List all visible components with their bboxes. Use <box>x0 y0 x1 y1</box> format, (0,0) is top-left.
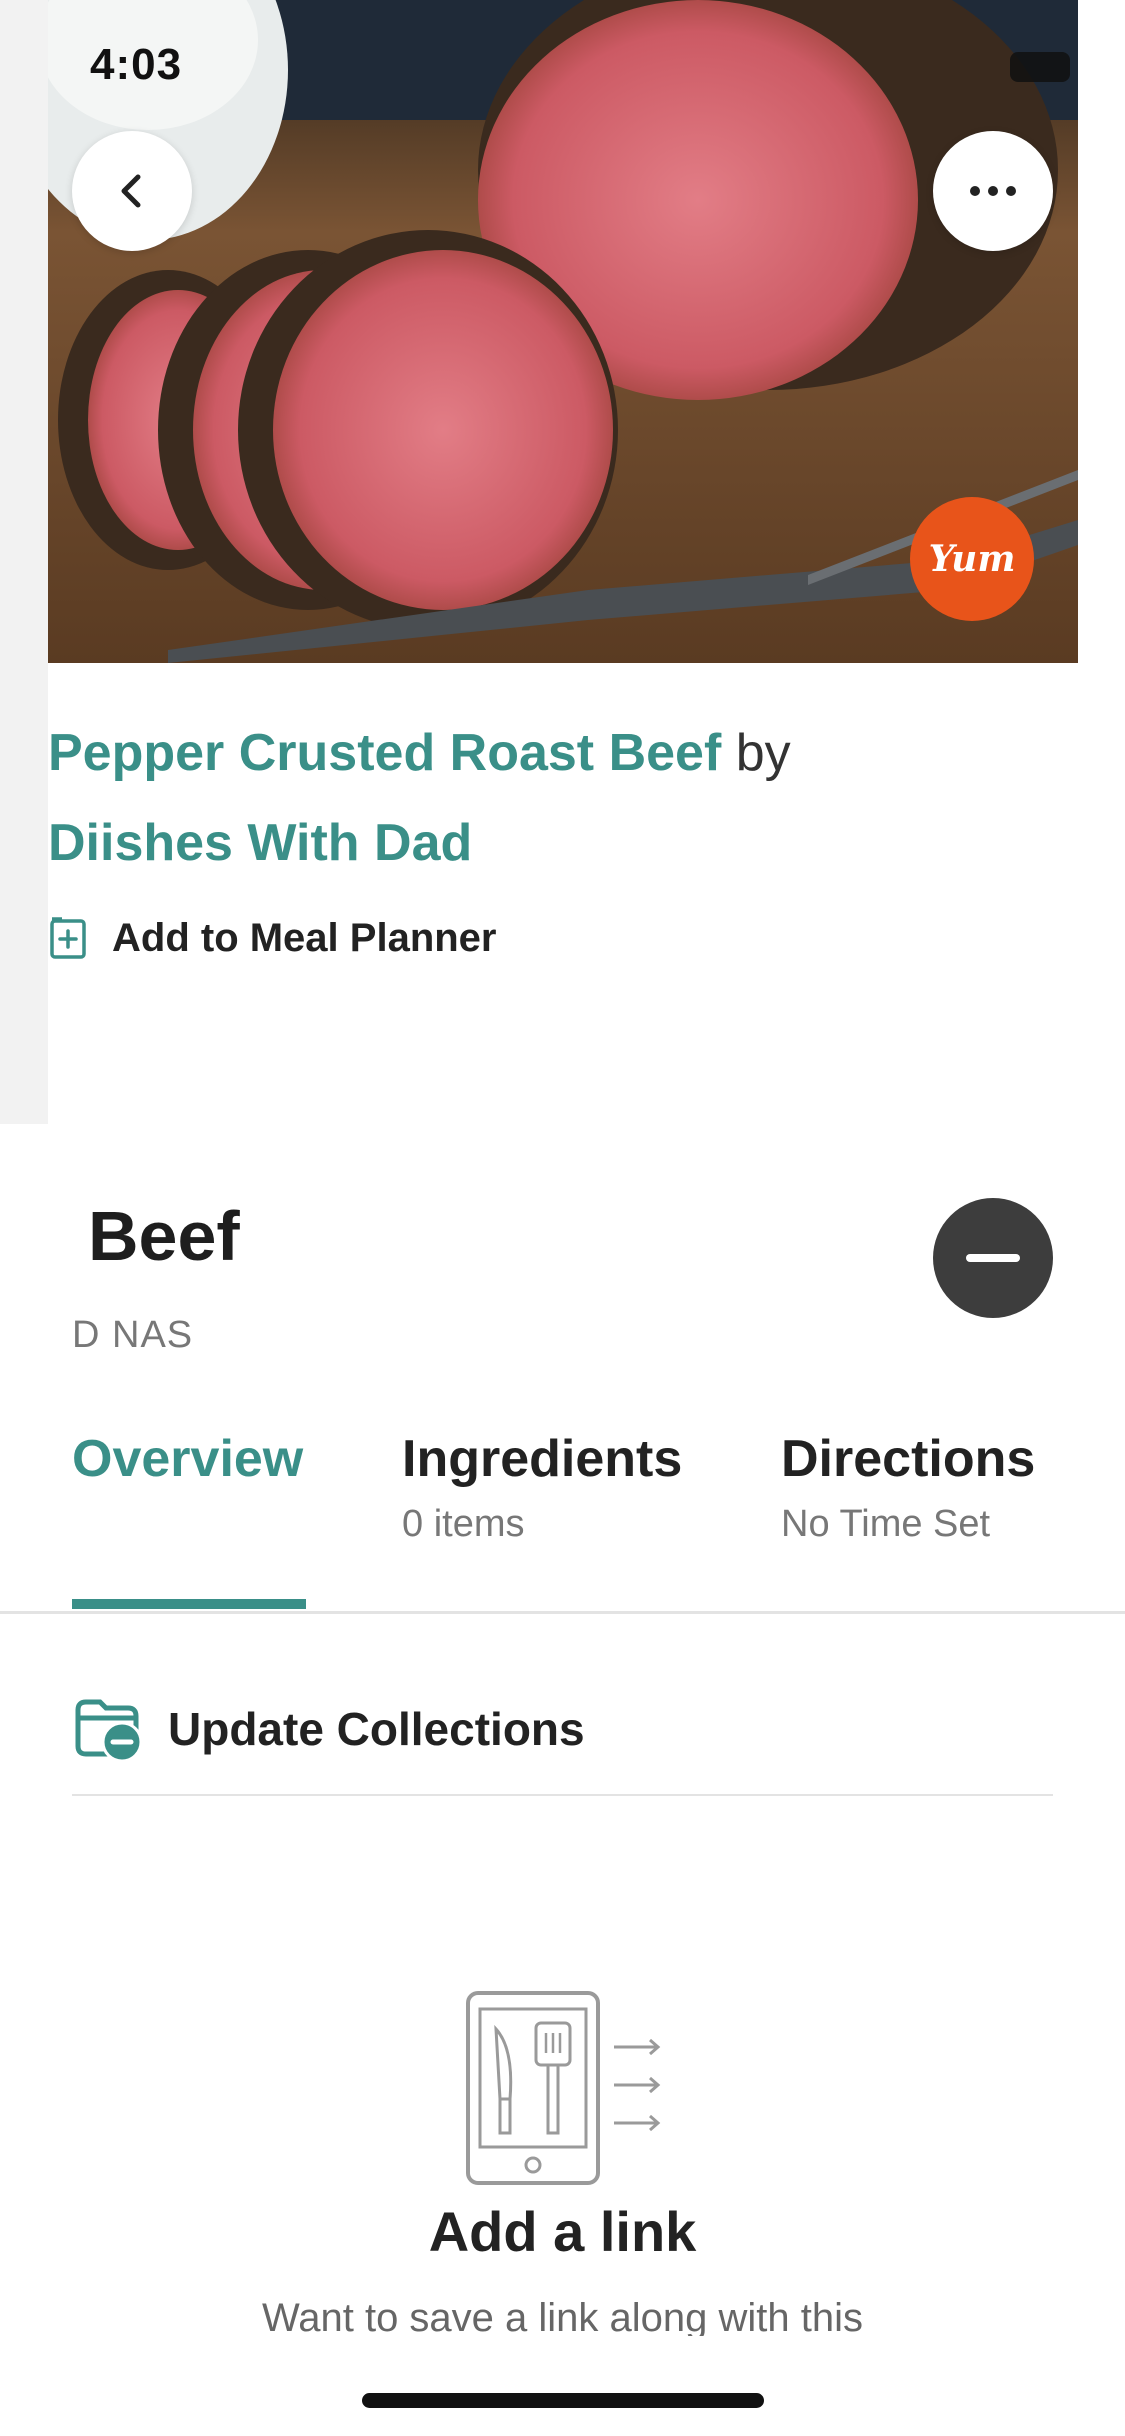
update-collections-button[interactable]: Update Collections <box>72 1664 1053 1796</box>
tab-overview[interactable]: Overview <box>72 1429 303 1489</box>
tab-directions-time: No Time Set <box>781 1503 991 1545</box>
tab-directions[interactable]: Directions No Time Set <box>781 1429 1035 1546</box>
more-options-button[interactable] <box>933 131 1053 251</box>
folder-minus-icon <box>75 1699 142 1762</box>
recipe-author-link[interactable]: Diishes With Dad <box>48 814 472 872</box>
collection-bottom-sheet: Beef D NAS Overview Ingredients 0 items … <box>0 1124 1125 2436</box>
calendar-plus-icon <box>50 917 86 959</box>
add-to-meal-planner-button[interactable]: Add to Meal Planner <box>48 915 497 961</box>
phone-utensils-icon <box>466 1989 666 2194</box>
tab-directions-label: Directions <box>781 1430 1036 1488</box>
minus-icon <box>966 1254 1020 1262</box>
ellipsis-icon <box>970 186 1016 196</box>
tab-ingredients-count: 0 items <box>402 1503 525 1545</box>
battery-icon <box>1010 52 1070 82</box>
yum-logo-badge: Yum <box>910 497 1034 621</box>
status-time: 4:03 <box>90 40 183 89</box>
by-label: by <box>735 724 791 782</box>
tab-ingredients-label: Ingredients <box>402 1430 683 1488</box>
empty-state-title: Add a link <box>428 2200 697 2263</box>
back-button[interactable] <box>72 131 192 251</box>
tab-bar: Overview Ingredients 0 items Directions … <box>0 1429 1125 1614</box>
recipe-title: Pepper Crusted Roast Beef by Diishes Wit… <box>48 708 1008 888</box>
tab-ingredients[interactable]: Ingredients 0 items <box>402 1429 682 1546</box>
remove-button[interactable] <box>933 1198 1053 1318</box>
update-collections-label: Update Collections <box>168 1703 585 1755</box>
tab-overview-label: Overview <box>72 1430 304 1488</box>
home-indicator[interactable] <box>362 2393 764 2408</box>
yum-badge-text: Yum <box>928 538 1016 580</box>
empty-state-description: Want to save a link along with this <box>261 2296 864 2336</box>
active-tab-indicator <box>72 1599 306 1609</box>
collection-subtitle: D NAS <box>72 1314 194 1356</box>
collection-title: Beef <box>88 1197 240 1275</box>
chevron-left-icon <box>121 174 141 208</box>
recipe-name-link[interactable]: Pepper Crusted Roast Beef <box>48 724 721 782</box>
meal-planner-label: Add to Meal Planner <box>112 915 497 960</box>
